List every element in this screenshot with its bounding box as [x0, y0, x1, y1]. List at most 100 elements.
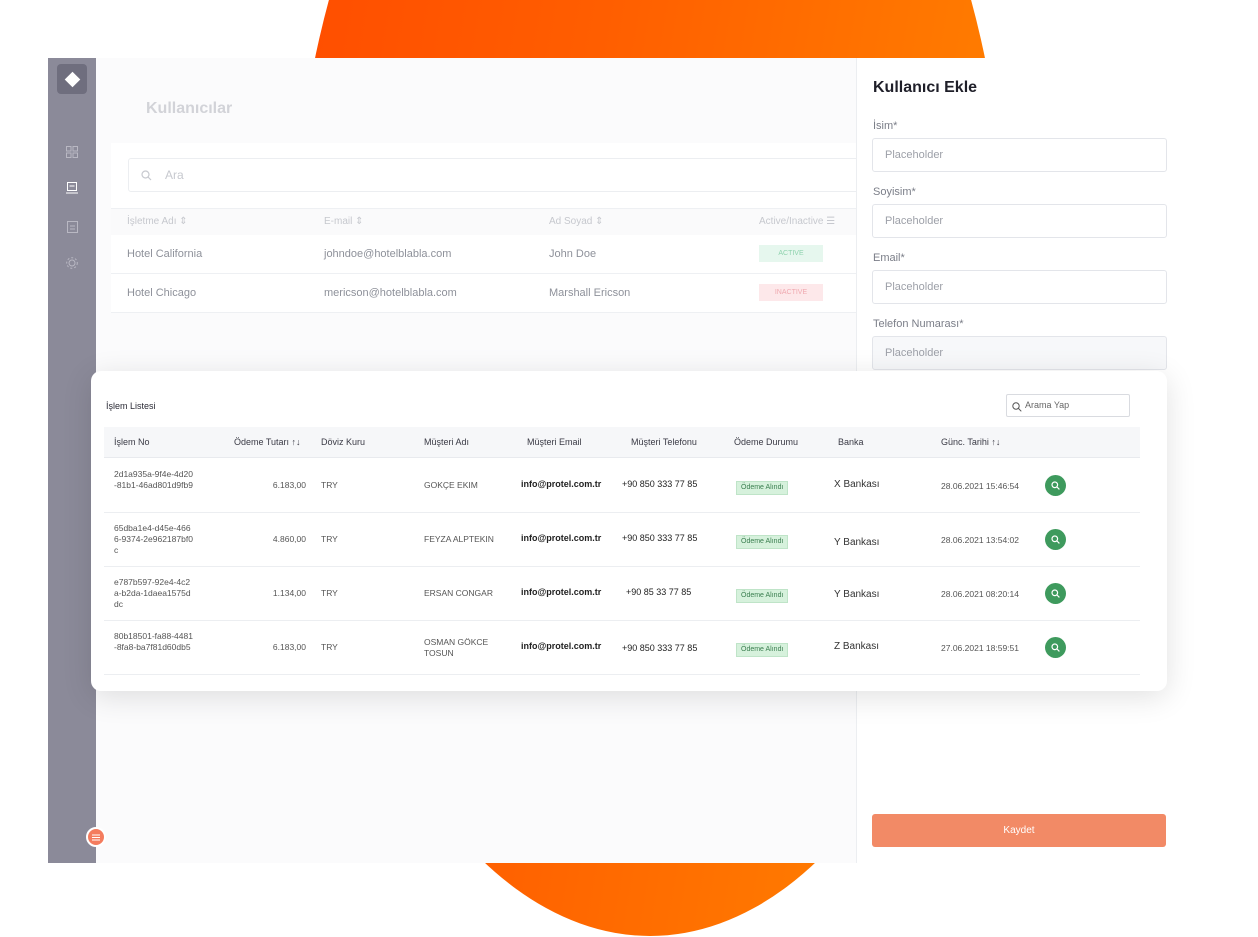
status-badge: Ödeme Alındı	[736, 589, 789, 603]
search-placeholder: Ara	[165, 168, 184, 182]
sort-icon: ↑↓	[291, 437, 301, 447]
cell-email: info@protel.com.tr	[521, 587, 602, 597]
status-badge: ACTIVE	[759, 245, 823, 262]
cell-customer: FEYZA ALPTEKIN	[424, 534, 494, 544]
status-badge: INACTIVE	[759, 284, 823, 301]
email-placeholder: Placeholder	[885, 281, 944, 293]
cell-transaction-no: 80b18501-fa88-4481-8fa8-ba7f81d60db5	[114, 631, 193, 652]
table-row[interactable]: e787b597-92e4-4c2a-b2da-1daea1575ddc 1.1…	[104, 567, 1140, 621]
col-currency[interactable]: Döviz Kuru	[321, 437, 365, 447]
status-badge: Ödeme Alındı	[736, 481, 789, 495]
col-amount[interactable]: Ödeme Tutarı ↑↓	[234, 437, 301, 447]
transactions-table-header: İşlem No Ödeme Tutarı ↑↓ Döviz Kuru Müşt…	[104, 427, 1140, 458]
first-name-placeholder: Placeholder	[885, 149, 944, 161]
col-name[interactable]: Ad Soyad ⇕	[549, 216, 604, 227]
cell-email: info@protel.com.tr	[521, 479, 602, 489]
search-icon	[1051, 481, 1060, 490]
cell-amount: 6.183,00	[272, 642, 306, 652]
view-button[interactable]	[1045, 475, 1066, 496]
search-icon	[141, 168, 152, 186]
settings-icon[interactable]	[64, 255, 80, 271]
view-button[interactable]	[1045, 529, 1066, 550]
sort-icon: ↑↓	[991, 437, 1001, 447]
status-badge: Ödeme Alındı	[736, 643, 789, 657]
search-icon	[1051, 643, 1060, 652]
logo[interactable]	[57, 64, 87, 94]
cell-bank: Y Bankası	[834, 589, 880, 600]
logo-diamond-icon	[64, 71, 80, 87]
cell-phone: +90 850 333 77 85	[622, 643, 698, 653]
transactions-search-input[interactable]: Arama Yap	[1006, 394, 1130, 417]
cell-transaction-no: e787b597-92e4-4c2a-b2da-1daea1575ddc	[114, 577, 191, 609]
cell-currency: TRY	[321, 588, 338, 598]
phone-placeholder: Placeholder	[885, 347, 944, 359]
view-button[interactable]	[1045, 637, 1066, 658]
status-badge: Ödeme Alındı	[736, 535, 789, 549]
cell-email: info@protel.com.tr	[521, 533, 602, 543]
transactions-title: İşlem Listesi	[106, 401, 156, 411]
cell-transaction-no: 65dba1e4-d45e-4666-9374-2e962187bf0c	[114, 523, 193, 555]
cell-customer: ERSAN CONGAR	[424, 588, 493, 598]
col-customer-email[interactable]: Müşteri Email	[527, 437, 582, 447]
search-icon	[1051, 589, 1060, 598]
table-row[interactable]: 65dba1e4-d45e-4666-9374-2e962187bf0c 4.8…	[104, 513, 1140, 567]
search-input[interactable]: Ara	[128, 158, 870, 192]
view-button[interactable]	[1045, 583, 1066, 604]
menu-button[interactable]	[86, 827, 106, 847]
cell-customer: GOKÇE EKIM	[424, 480, 478, 490]
cell-date: 27.06.2021 18:59:51	[941, 643, 1019, 653]
cell-name: John Doe	[549, 248, 597, 260]
col-business[interactable]: İşletme Adı ⇕	[127, 216, 188, 227]
table-row[interactable]: 2d1a935a-9f4e-4d20-81b1-46ad801d9fb9 6.1…	[104, 459, 1140, 513]
save-button[interactable]: Kaydet	[872, 814, 1166, 847]
table-row[interactable]: Hotel Chicago mericson@hotelblabla.com M…	[111, 274, 871, 313]
transactions-card: İşlem Listesi Arama Yap İşlem No Ödeme T…	[91, 371, 1167, 691]
last-name-placeholder: Placeholder	[885, 215, 944, 227]
cell-amount: 1.134,00	[272, 588, 306, 598]
col-status[interactable]: Active/Inactive ☰	[759, 216, 835, 227]
col-payment-status[interactable]: Ödeme Durumu	[734, 437, 798, 447]
cell-email: info@protel.com.tr	[521, 641, 602, 651]
cell-amount: 6.183,00	[272, 480, 306, 490]
col-transaction-no[interactable]: İşlem No	[114, 437, 150, 447]
phone-field[interactable]: Placeholder	[872, 336, 1167, 370]
email-label: Email*	[873, 252, 905, 264]
search-icon	[1012, 399, 1022, 417]
dashboard-icon[interactable]	[64, 144, 80, 160]
cell-bank: Y Bankası	[834, 537, 880, 548]
cell-date: 28.06.2021 08:20:14	[941, 589, 1019, 599]
col-customer-phone[interactable]: Müşteri Telefonu	[631, 437, 697, 447]
table-row[interactable]: 80b18501-fa88-4481-8fa8-ba7f81d60db5 6.1…	[104, 621, 1140, 675]
first-name-field[interactable]: Placeholder	[872, 138, 1167, 172]
document-icon[interactable]	[64, 219, 80, 235]
panel-title: Kullanıcı Ekle	[873, 79, 978, 96]
cell-date: 28.06.2021 15:46:54	[941, 481, 1019, 491]
email-field[interactable]: Placeholder	[872, 270, 1167, 304]
users-table-header: İşletme Adı ⇕ E-mail ⇕ Ad Soyad ⇕ Active…	[111, 208, 871, 236]
cell-transaction-no: 2d1a935a-9f4e-4d20-81b1-46ad801d9fb9	[114, 469, 193, 490]
col-bank[interactable]: Banka	[838, 437, 864, 447]
sidebar	[48, 58, 96, 863]
search-icon	[1051, 535, 1060, 544]
table-row[interactable]: Hotel California johndoe@hotelblabla.com…	[111, 235, 871, 274]
col-updated-date[interactable]: Günc. Tarihi ↑↓	[941, 437, 1000, 447]
cell-date: 28.06.2021 13:54:02	[941, 535, 1019, 545]
cell-email: johndoe@hotelblabla.com	[324, 248, 452, 260]
menu-icon	[92, 834, 100, 840]
cell-phone: +90 850 333 77 85	[622, 479, 698, 489]
transactions-search-placeholder: Arama Yap	[1025, 400, 1070, 410]
cell-currency: TRY	[321, 480, 338, 490]
page-title: Kullanıcılar	[146, 100, 233, 117]
cell-customer: OSMAN GÖKCE TOSUN	[424, 637, 489, 658]
last-name-field[interactable]: Placeholder	[872, 204, 1167, 238]
cell-name: Marshall Ericson	[549, 287, 631, 299]
cell-amount: 4.860,00	[272, 534, 306, 544]
col-customer-name[interactable]: Müşteri Adı	[424, 437, 469, 447]
last-name-label: Soyisim*	[873, 186, 916, 198]
cell-bank: Z Bankası	[834, 641, 880, 652]
cell-business: Hotel Chicago	[127, 287, 197, 299]
phone-label: Telefon Numarası*	[873, 318, 964, 330]
col-email[interactable]: E-mail ⇕	[324, 216, 364, 227]
users-icon[interactable]	[64, 180, 80, 196]
cell-currency: TRY	[321, 642, 338, 652]
